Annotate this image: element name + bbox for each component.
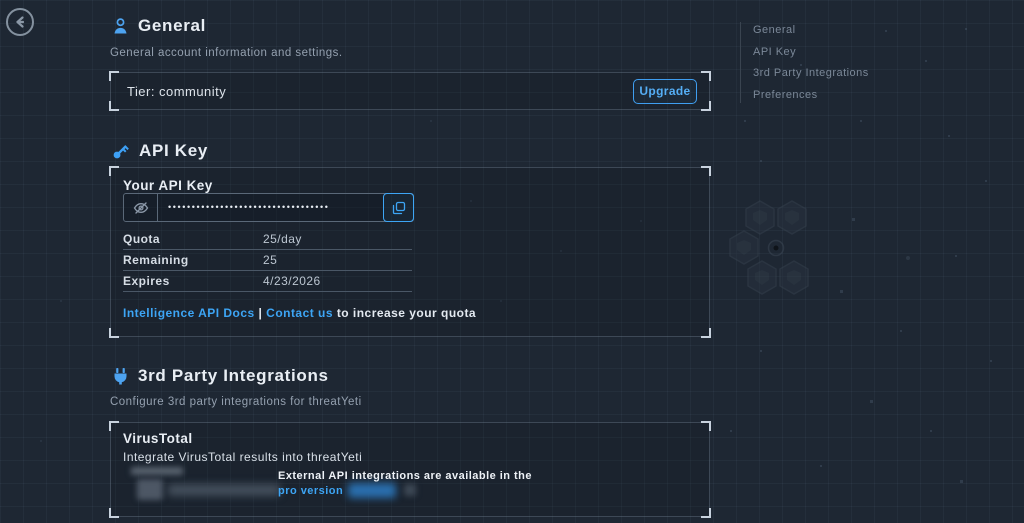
api-key-section-title: API Key (139, 141, 208, 161)
masked-api-key-value: •••••••••••••••••••••••••••••••••• (158, 194, 384, 221)
integrations-section-description: Configure 3rd party integrations for thr… (110, 396, 362, 408)
api-key-card: Your API Key •••••••••••••••••••••••••••… (110, 167, 710, 337)
sidebar-item-general[interactable]: General (753, 24, 869, 36)
plug-icon (112, 367, 129, 386)
virustotal-card-title: VirusTotal (123, 431, 697, 446)
tier-label: Tier: community (127, 84, 226, 99)
frame-corner (109, 166, 119, 176)
sidebar-item-api-key[interactable]: API Key (753, 46, 869, 58)
integrations-section-title: 3rd Party Integrations (138, 366, 329, 386)
quota-links-suffix: to increase your quota (337, 306, 476, 320)
api-key-card-title: Your API Key (123, 178, 697, 193)
blurred-field-value (168, 484, 280, 496)
key-icon (111, 142, 130, 161)
frame-corner (109, 421, 119, 431)
quota-row-label: Expires (123, 274, 263, 288)
frame-corner (109, 508, 119, 518)
pro-notice-text: External API integrations are available … (278, 470, 532, 482)
general-section-header: General (112, 16, 206, 36)
pro-version-link[interactable]: pro version (278, 485, 343, 497)
settings-content: General General account information and … (110, 0, 710, 523)
frame-corner (109, 71, 119, 81)
api-key-section-header: API Key (111, 141, 208, 161)
link-separator: | (259, 306, 263, 320)
sidebar-item-preferences[interactable]: Preferences (753, 89, 869, 101)
table-row: Expires 4/23/2026 (123, 271, 412, 292)
contact-us-link[interactable]: Contact us (266, 306, 333, 320)
frame-corner (701, 508, 711, 518)
pro-upgrade-notice: External API integrations are available … (278, 469, 548, 499)
frame-corner (701, 328, 711, 338)
blurred-field-icon (137, 479, 163, 500)
table-row: Remaining 25 (123, 250, 412, 271)
api-key-field-group: •••••••••••••••••••••••••••••••••• (123, 193, 414, 222)
upgrade-button[interactable]: Upgrade (633, 79, 697, 104)
frame-corner (701, 71, 711, 81)
quota-row-value: 25 (263, 253, 277, 267)
integrations-section-header: 3rd Party Integrations (112, 366, 329, 386)
sidebar-item-3rd-party-integrations[interactable]: 3rd Party Integrations (753, 67, 869, 79)
blurred-field-label (131, 467, 183, 475)
frame-corner (701, 166, 711, 176)
copy-key-button[interactable] (383, 193, 414, 222)
quota-table: Quota 25/day Remaining 25 Expires 4/23/2… (123, 229, 412, 292)
eye-off-icon (133, 200, 149, 216)
intelligence-api-docs-link[interactable]: Intelligence API Docs (123, 306, 255, 320)
reveal-key-button[interactable] (124, 194, 158, 221)
frame-corner (109, 328, 119, 338)
copy-icon (392, 201, 406, 215)
section-nav: General API Key 3rd Party Integrations P… (740, 22, 869, 103)
table-row: Quota 25/day (123, 229, 412, 250)
quota-row-label: Remaining (123, 253, 263, 267)
back-button[interactable] (6, 8, 34, 36)
virustotal-card-description: Integrate VirusTotal results into threat… (123, 450, 362, 464)
quota-links-line: Intelligence API Docs | Contact us to in… (123, 306, 476, 320)
general-section-description: General account information and settings… (110, 47, 343, 59)
quota-row-value: 4/23/2026 (263, 274, 321, 288)
frame-corner (701, 421, 711, 431)
arrow-left-icon (12, 14, 28, 30)
user-icon (112, 17, 129, 36)
general-section-title: General (138, 16, 206, 36)
frame-corner (701, 101, 711, 111)
circuit-traces (784, 240, 910, 260)
quota-row-label: Quota (123, 232, 263, 246)
virustotal-card: VirusTotal Integrate VirusTotal results … (110, 422, 710, 517)
hexagon-cluster (730, 201, 808, 294)
tier-card: Tier: community Upgrade (110, 72, 710, 110)
frame-corner (109, 101, 119, 111)
quota-row-value: 25/day (263, 232, 302, 246)
